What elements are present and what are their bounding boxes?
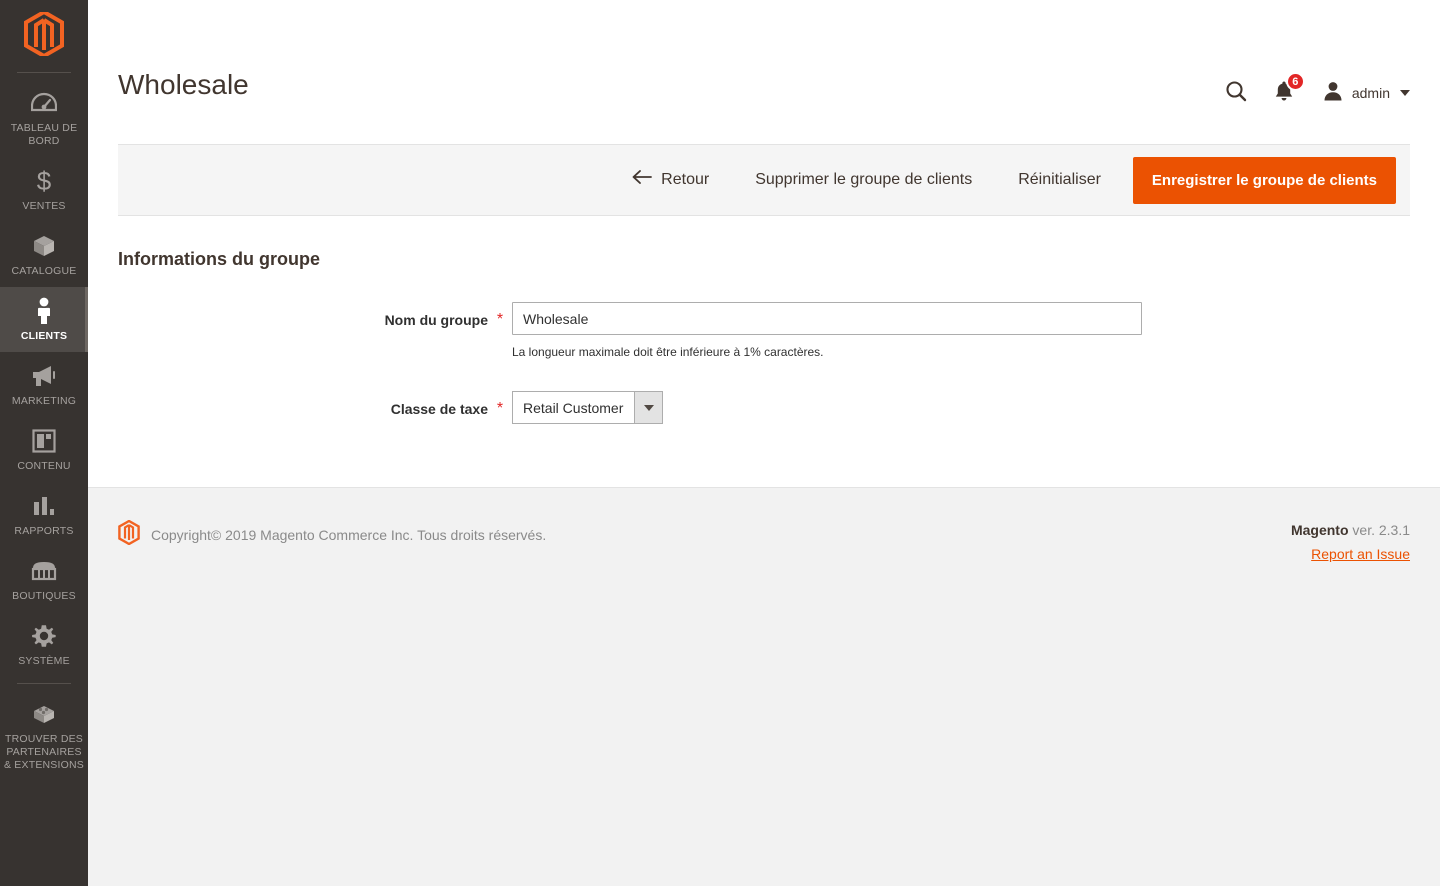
group-information-section: Informations du groupe Nom du groupe * L… [88, 216, 1440, 487]
tax-class-control: Retail Customer [512, 391, 663, 424]
report-issue-link[interactable]: Report an Issue [1311, 544, 1410, 564]
sidebar-item-label: Contenu [17, 460, 71, 472]
reset-button-label: Réinitialiser [1018, 171, 1101, 188]
delete-button-label: Supprimer le groupe de clients [755, 171, 973, 188]
sidebar-divider-bottom [17, 683, 71, 684]
notifications-badge: 6 [1285, 72, 1305, 91]
main-content: Wholesale 6 admin Retour Supprimer le gr… [88, 0, 1440, 886]
copyright-text: Copyright© 2019 Magento Commerce Inc. To… [151, 527, 547, 543]
back-button-label: Retour [661, 171, 710, 188]
footer-copyright-area: Copyright© 2019 Magento Commerce Inc. To… [118, 519, 547, 550]
user-avatar-icon [1322, 80, 1344, 107]
notifications-button[interactable]: 6 [1256, 72, 1312, 110]
required-marker: * [496, 400, 504, 417]
sidebar-item-system[interactable]: Système [0, 612, 88, 677]
save-customer-group-button[interactable]: Enregistrer le groupe de clients [1132, 156, 1396, 204]
sidebar-item-partners[interactable]: Trouver des partenaires & extensions [0, 690, 88, 781]
search-button[interactable] [1216, 76, 1256, 110]
chevron-down-icon [1400, 90, 1410, 96]
version-text: ver. 2.3.1 [1348, 522, 1410, 538]
chevron-down-icon [643, 404, 654, 411]
group-name-control: La longueur maximale doit être inférieur… [512, 302, 1142, 361]
group-name-note: La longueur maximale doit être inférieur… [512, 345, 824, 359]
sidebar-item-customers[interactable]: Clients [0, 287, 88, 352]
sidebar-item-catalog[interactable]: Catalogue [0, 222, 88, 287]
footer-version-area: Magento ver. 2.3.1 Report an Issue [1291, 520, 1410, 564]
group-name-input[interactable] [512, 302, 1142, 335]
sidebar-item-reports[interactable]: Rapports [0, 482, 88, 547]
search-icon [1225, 80, 1247, 107]
main-sidebar: Tableau de bord $ Ventes Catalogue [0, 0, 88, 886]
field-row-tax-class: Classe de taxe * Retail Customer [88, 391, 663, 424]
dashboard-gauge-icon [31, 90, 57, 116]
sidebar-item-content[interactable]: Contenu [0, 417, 88, 482]
field-row-group-name: Nom du groupe * La longueur maximale doi… [88, 302, 1142, 361]
section-title: Informations du groupe [118, 249, 320, 269]
sidebar-item-label: Trouver des partenaires & extensions [3, 733, 84, 771]
tax-class-select[interactable]: Retail Customer [512, 391, 663, 424]
sidebar-item-sales[interactable]: $ Ventes [0, 157, 88, 222]
page-title: Wholesale [118, 69, 249, 100]
magento-logo[interactable] [0, 0, 88, 72]
account-menu-button[interactable]: admin [1312, 80, 1410, 107]
tax-class-dropdown-toggle[interactable] [634, 391, 663, 424]
sidebar-item-label: Tableau de bord [10, 122, 78, 147]
magento-logo-icon [24, 9, 64, 61]
reset-button[interactable]: Réinitialiser [1004, 160, 1115, 200]
account-name: admin [1351, 85, 1390, 101]
sidebar-item-marketing[interactable]: Marketing [0, 352, 88, 417]
brand-name: Magento [1290, 522, 1349, 538]
page-header: Wholesale 6 admin [88, 0, 1440, 140]
group-name-label: Nom du groupe [384, 312, 488, 328]
layout-panels-icon [32, 428, 56, 454]
megaphone-icon [30, 363, 58, 389]
person-icon [34, 297, 54, 324]
page-actions-toolbar: Retour Supprimer le groupe de clients Ré… [118, 144, 1410, 216]
sidebar-item-label: Marketing [11, 395, 77, 407]
sidebar-divider-top [17, 72, 71, 73]
tax-class-selected-value: Retail Customer [512, 391, 634, 424]
admin-page: Tableau de bord $ Ventes Catalogue [0, 0, 1440, 886]
sidebar-item-label: Rapports [14, 525, 74, 537]
back-button[interactable]: Retour [618, 159, 723, 201]
tax-class-label: Classe de taxe [390, 401, 488, 417]
extension-brick-icon [30, 701, 58, 727]
dollar-sign-icon: $ [34, 168, 54, 194]
storefront-icon [31, 558, 57, 584]
svg-text:$: $ [37, 168, 52, 194]
delete-customer-group-button[interactable]: Supprimer le groupe de clients [741, 160, 986, 200]
sidebar-item-label: Ventes [22, 200, 66, 212]
header-actions: 6 admin [1216, 72, 1410, 110]
sidebar-item-stores[interactable]: Boutiques [0, 547, 88, 612]
sidebar-item-label: Boutiques [12, 590, 76, 602]
magento-logo-icon [118, 519, 140, 550]
sidebar-item-label: Clients [20, 330, 68, 342]
page-footer: Copyright© 2019 Magento Commerce Inc. To… [88, 487, 1440, 886]
sidebar-item-label: Système [18, 655, 70, 667]
gear-icon [31, 623, 57, 649]
sidebar-item-dashboard[interactable]: Tableau de bord [0, 79, 88, 157]
arrow-left-icon [632, 169, 653, 191]
version-line: Magento ver. 2.3.1 [1291, 520, 1410, 540]
box-icon [31, 233, 57, 259]
bar-chart-icon [32, 493, 56, 519]
sidebar-item-label: Catalogue [11, 265, 77, 277]
required-marker: * [496, 311, 504, 328]
